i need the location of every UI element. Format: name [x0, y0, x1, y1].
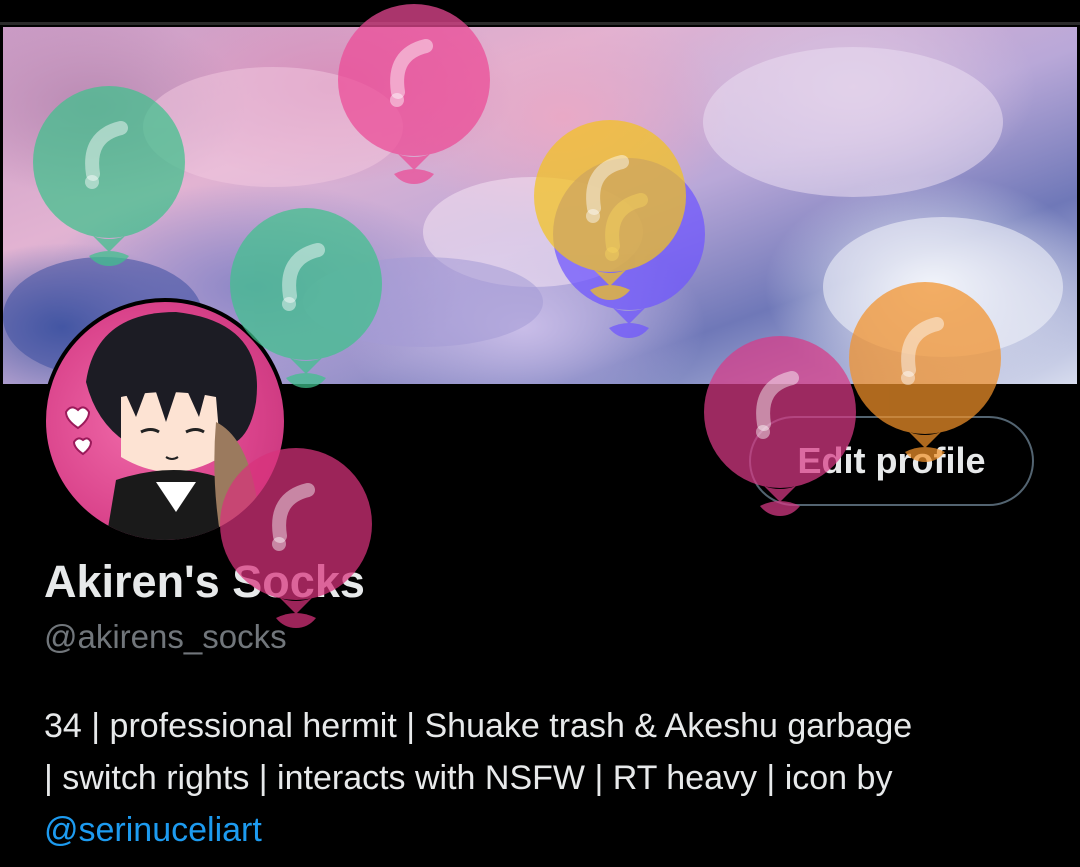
- banner-fold: [703, 47, 1003, 197]
- bio-line: 34 | professional hermit | Shuake trash …: [44, 707, 913, 745]
- balloon-icon: [230, 208, 382, 388]
- balloon-icon: [33, 86, 185, 266]
- balloon-icon: [704, 336, 856, 516]
- bio-line: | switch rights | interacts with NSFW | …: [44, 759, 893, 797]
- balloon-icon: [534, 120, 686, 300]
- bio-mention-link[interactable]: @serinuceliart: [44, 804, 1054, 856]
- balloon-icon: [849, 282, 1001, 462]
- profile-bio: 34 | professional hermit | Shuake trash …: [44, 700, 1054, 856]
- top-divider: [0, 22, 1080, 25]
- balloon-icon: [220, 448, 372, 628]
- balloon-icon: [338, 4, 490, 184]
